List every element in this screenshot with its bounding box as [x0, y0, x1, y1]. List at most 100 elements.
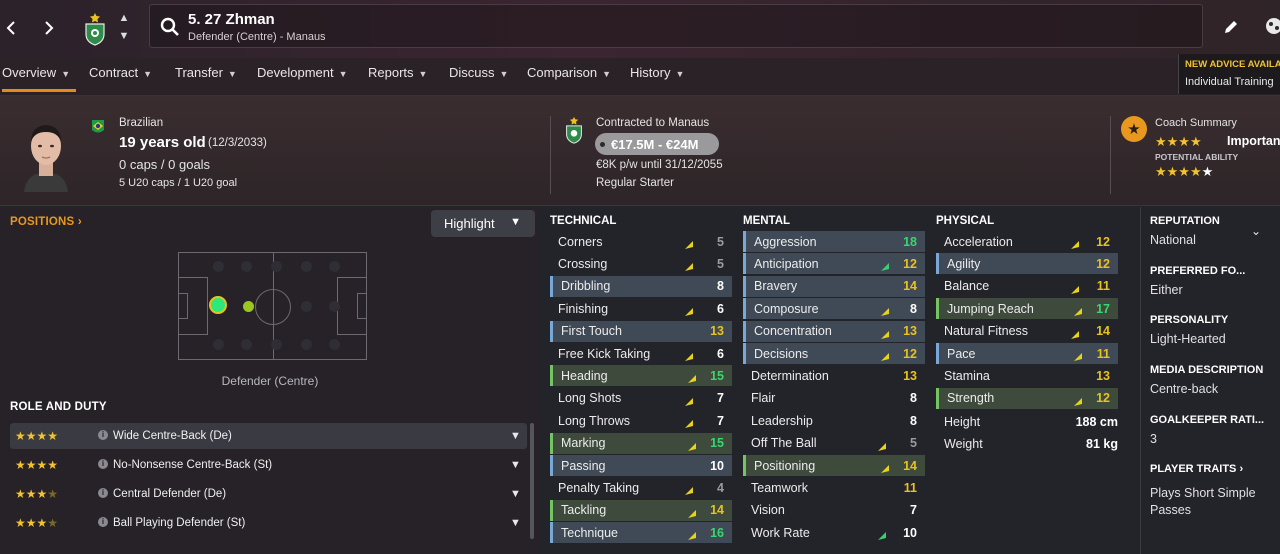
attribute-row-marking[interactable]: Marking 15	[550, 432, 732, 454]
attribute-row-bravery[interactable]: Bravery 14	[743, 275, 925, 297]
chevron-down-icon[interactable]: ▼	[510, 488, 521, 500]
attribute-row-teamwork[interactable]: Teamwork 11	[743, 477, 925, 498]
back-icon[interactable]	[0, 14, 22, 42]
tab-label: Reports	[368, 65, 414, 80]
trend-arrow-icon	[684, 349, 694, 361]
attribute-row-free-kick-taking[interactable]: Free Kick Taking 6	[550, 343, 732, 364]
forward-icon[interactable]	[38, 14, 60, 42]
attribute-row-balance[interactable]: Balance 11	[936, 276, 1118, 297]
accomplished-position-marker[interactable]	[243, 301, 254, 312]
search-icon[interactable]	[160, 17, 180, 37]
tab-contract[interactable]: Contract ▼	[89, 65, 152, 80]
attribute-row-heading[interactable]: Heading 15	[550, 365, 732, 387]
attribute-name: Long Shots	[558, 391, 622, 406]
highlight-dropdown[interactable]: Highlight ▼	[431, 210, 535, 237]
attribute-row-crossing[interactable]: Crossing 5	[550, 253, 732, 274]
attribute-row-agility[interactable]: Agility 12	[936, 253, 1118, 275]
attribute-row-natural-fitness[interactable]: Natural Fitness 14	[936, 321, 1118, 342]
attribute-row-composure[interactable]: Composure 8	[743, 298, 925, 320]
positions-title[interactable]: POSITIONS ›	[10, 216, 82, 228]
attribute-row-anticipation[interactable]: Anticipation 12	[743, 253, 925, 275]
globe-icon[interactable]	[1264, 16, 1280, 36]
role-row[interactable]: ★★★★ i Wide Centre-Back (De) ▼	[10, 423, 527, 449]
attribute-name: Composure	[754, 301, 819, 316]
attribute-row-tackling[interactable]: Tackling 14	[550, 499, 732, 521]
attribute-name: Penalty Taking	[558, 480, 640, 495]
player-traits-title[interactable]: PLAYER TRAITS ›	[1150, 463, 1243, 475]
info-icon[interactable]: i	[98, 517, 108, 527]
attribute-name: Acceleration	[944, 234, 1013, 249]
attribute-row-finishing[interactable]: Finishing 6	[550, 298, 732, 319]
trend-arrow-icon	[880, 349, 890, 361]
attribute-row-pace[interactable]: Pace 11	[936, 343, 1118, 364]
info-icon[interactable]: i	[98, 488, 108, 498]
player-switcher[interactable]: ▲ ▼	[117, 12, 131, 42]
role-row[interactable]: ★★★★ i Ball Playing Defender (St) ▼	[10, 510, 527, 536]
attribute-row-leadership[interactable]: Leadership 8	[743, 410, 925, 431]
tab-development[interactable]: Development ▼	[257, 65, 348, 80]
attribute-row-off-the-ball[interactable]: Off The Ball 5	[743, 433, 925, 454]
tab-history[interactable]: History ▼	[630, 65, 684, 80]
natural-position-marker[interactable]	[209, 296, 227, 314]
attribute-value: 8	[910, 413, 917, 428]
player-traits-title-text: PLAYER TRAITS	[1150, 463, 1237, 475]
pencil-icon[interactable]	[1222, 18, 1240, 36]
attribute-row-strength[interactable]: Strength 12	[936, 387, 1118, 409]
chevron-down-icon[interactable]: ▼	[119, 30, 130, 42]
role-name: Wide Centre-Back (De)	[113, 430, 232, 442]
age: 19 years old	[119, 134, 206, 151]
attribute-row-penalty-taking[interactable]: Penalty Taking 4	[550, 477, 732, 498]
attribute-value: 13	[903, 368, 917, 383]
role-row[interactable]: ★★★★ i Central Defender (De) ▼	[10, 481, 527, 507]
info-icon[interactable]: i	[98, 459, 108, 469]
attribute-row-positioning[interactable]: Positioning 14	[743, 455, 925, 476]
attribute-row-determination[interactable]: Determination 13	[743, 365, 925, 386]
attribute-name: Long Throws	[558, 413, 631, 428]
chevron-down-icon[interactable]: ▼	[510, 459, 521, 471]
pitch-slot	[301, 339, 312, 350]
attribute-row-corners[interactable]: Corners 5	[550, 231, 732, 252]
attribute-name: Leadership	[751, 413, 813, 428]
club-crest-icon[interactable]	[83, 12, 107, 46]
attribute-name: Heading	[561, 368, 608, 383]
attribute-row-stamina[interactable]: Stamina 13	[936, 365, 1118, 386]
tab-transfer[interactable]: Transfer ▼	[175, 65, 237, 80]
chevron-down-icon[interactable]: ⌄	[1251, 224, 1261, 238]
chevron-up-icon[interactable]: ▲	[119, 12, 130, 24]
attribute-row-long-throws[interactable]: Long Throws 7	[550, 410, 732, 431]
tab-overview[interactable]: Overview ▼	[2, 65, 77, 92]
advice-notification[interactable]: NEW ADVICE AVAILA Individual Training	[1178, 54, 1280, 94]
role-row[interactable]: ★★★★ i No-Nonsense Centre-Back (St) ▼	[10, 452, 527, 478]
attribute-row-vision[interactable]: Vision 7	[743, 500, 925, 521]
tab-reports[interactable]: Reports ▼	[368, 65, 427, 80]
attribute-row-decisions[interactable]: Decisions 12	[743, 343, 925, 364]
attribute-row-jumping-reach[interactable]: Jumping Reach 17	[936, 298, 1118, 320]
pitch-slot	[241, 339, 252, 350]
attribute-row-concentration[interactable]: Concentration 13	[743, 320, 925, 342]
info-icon[interactable]: i	[98, 430, 108, 440]
info-side-panel: REPUTATION National ⌄ PREFERRED FO... Ei…	[1140, 207, 1280, 554]
trend-arrow-icon	[1070, 282, 1080, 294]
attribute-row-acceleration[interactable]: Acceleration 12	[936, 231, 1118, 252]
attribute-row-passing[interactable]: Passing 10	[550, 455, 732, 476]
attribute-row-flair[interactable]: Flair 8	[743, 388, 925, 409]
transfer-value: €17.5M - €24M	[611, 136, 699, 152]
attribute-value: 12	[1096, 234, 1110, 249]
attribute-row-technique[interactable]: Technique 16	[550, 522, 732, 544]
advice-text: Individual Training	[1185, 76, 1274, 88]
transfer-value-badge[interactable]: €17.5M - €24M	[595, 133, 719, 155]
attribute-row-aggression[interactable]: Aggression 18	[743, 231, 925, 252]
attribute-row-long-shots[interactable]: Long Shots 7	[550, 388, 732, 409]
chevron-down-icon[interactable]: ▼	[510, 430, 521, 442]
attribute-row-work-rate[interactable]: Work Rate 10	[743, 522, 925, 543]
tab-comparison[interactable]: Comparison ▼	[527, 65, 611, 80]
attribute-row-first-touch[interactable]: First Touch 13	[550, 320, 732, 342]
tab-bar: Overview ▼ Contract ▼ Transfer ▼ Developmen…	[0, 58, 1280, 96]
attribute-value: 14	[1096, 324, 1110, 339]
scrollbar[interactable]	[530, 423, 534, 539]
chevron-down-icon[interactable]: ▼	[510, 517, 521, 529]
tab-discuss[interactable]: Discuss ▼	[449, 65, 508, 80]
attribute-name: Positioning	[754, 458, 816, 473]
player-name-box[interactable]: 5. 27 Zhman Defender (Centre) - Manaus	[149, 4, 1203, 48]
attribute-row-dribbling[interactable]: Dribbling 8	[550, 275, 732, 297]
